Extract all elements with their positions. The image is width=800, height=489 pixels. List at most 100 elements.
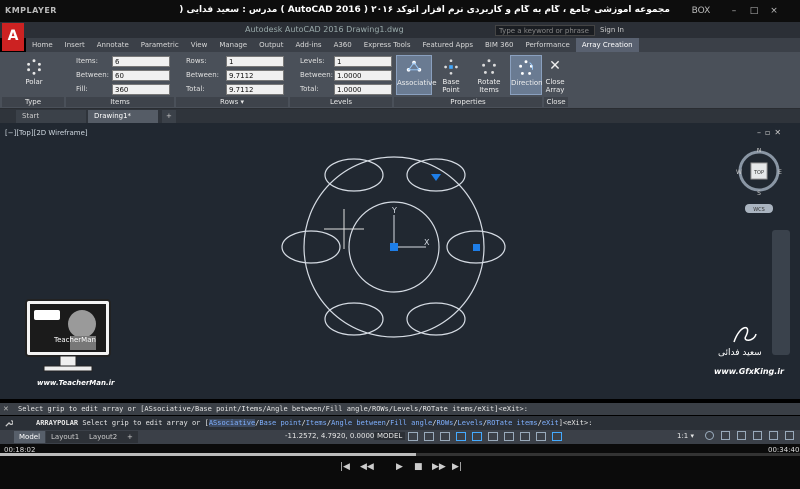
command-input[interactable]: ARRAYPOLAR Select grip to edit array or … [0, 416, 800, 430]
tab-layout2[interactable]: Layout2 [84, 431, 123, 443]
ribbon-tab-bim-360[interactable]: BIM 360 [479, 38, 520, 52]
gear-icon[interactable] [705, 431, 714, 440]
option-rotate-items[interactable]: ROTate items [487, 419, 538, 427]
rows-total-field[interactable]: 9.7112 [226, 84, 284, 95]
minimize-button[interactable]: – [728, 5, 740, 17]
option-angle-between[interactable]: Angle between [331, 419, 386, 427]
rows-count-field[interactable]: 1 [226, 56, 284, 67]
next-button[interactable]: ▶| [452, 462, 462, 472]
ribbon-tab-view[interactable]: View [185, 38, 214, 52]
option-levels[interactable]: Levels [458, 419, 483, 427]
annotation-icon[interactable] [552, 432, 562, 441]
otrack-icon[interactable] [488, 432, 498, 441]
ribbon-tab-array-creation[interactable]: Array Creation [575, 38, 639, 52]
forward-button[interactable]: ▶▶ [432, 462, 446, 472]
option-rows[interactable]: ROWs [436, 419, 453, 427]
radius-grip[interactable] [473, 244, 480, 251]
snap-icon[interactable] [424, 432, 434, 441]
navigation-bar[interactable] [772, 230, 790, 355]
array-item-ellipse[interactable] [324, 302, 384, 336]
close-array-button[interactable]: ✕ Close Array [544, 55, 566, 95]
polar-tracking-icon[interactable] [456, 432, 466, 441]
status-right-icons[interactable] [705, 431, 795, 443]
panel-title-rows[interactable]: Rows ▾ [176, 97, 288, 107]
ribbon-tab-add-ins[interactable]: Add-ins [289, 38, 327, 52]
base-point-button[interactable]: Base Point [434, 55, 468, 95]
angle-grip[interactable] [431, 174, 441, 181]
levels-count-field[interactable]: 1 [334, 56, 392, 67]
viewcube-east[interactable]: E [778, 169, 782, 176]
status-toggles[interactable] [408, 432, 670, 442]
isolate-icon[interactable] [753, 431, 762, 440]
associative-button[interactable]: Associative [396, 55, 437, 95]
fullscreen-icon[interactable] [769, 431, 778, 440]
close-button[interactable]: × [768, 5, 780, 17]
new-tab-button[interactable]: + [162, 110, 176, 123]
viewcube-south[interactable]: S [757, 190, 761, 197]
wrench-icon[interactable] [4, 419, 13, 428]
previous-button[interactable]: |◀ [340, 462, 350, 472]
option-associative[interactable]: ASsociative [208, 419, 256, 427]
play-button[interactable]: ▶ [396, 462, 403, 472]
viewcube-north[interactable]: N [757, 148, 762, 154]
command-name: ARRAYPOLAR [36, 419, 79, 427]
ribbon-tab-manage[interactable]: Manage [213, 38, 253, 52]
transparency-icon[interactable] [520, 432, 530, 441]
maximize-button[interactable]: □ [748, 5, 760, 17]
levels-between-field[interactable]: 1.0000 [334, 70, 392, 81]
fill-angle-field[interactable]: 360 [112, 84, 170, 95]
items-between-field[interactable]: 60 [112, 70, 170, 81]
application-menu-button[interactable]: A [2, 23, 24, 51]
array-item-ellipse[interactable] [324, 158, 384, 192]
rotate-items-button[interactable]: Rotate Items [470, 55, 508, 95]
polar-type-button[interactable]: Polar [14, 55, 54, 95]
direction-button[interactable]: Direction [510, 55, 543, 95]
option-fill-angle[interactable]: Fill angle [390, 419, 432, 427]
command-close-icon[interactable]: ✕ [3, 405, 9, 413]
ribbon-tab-featured-apps[interactable]: Featured Apps [417, 38, 479, 52]
ribbon-tab-parametric[interactable]: Parametric [135, 38, 185, 52]
selection-cycling-icon[interactable] [536, 432, 546, 441]
search-input[interactable]: Type a keyword or phrase [495, 25, 595, 36]
base-point-icon [444, 59, 458, 75]
customization-icon[interactable] [785, 431, 794, 440]
tab-model[interactable]: Model [14, 431, 46, 443]
workspace-icon[interactable] [737, 431, 746, 440]
rows-between-field[interactable]: 9.7112 [226, 70, 284, 81]
viewcube-top-face[interactable]: TOP [753, 170, 764, 176]
ribbon-tab-a360[interactable]: A360 [328, 38, 358, 52]
ribbon-tab-output[interactable]: Output [253, 38, 289, 52]
stop-button[interactable]: ■ [414, 462, 423, 472]
option-exit[interactable]: eXit [542, 419, 559, 427]
array-item-ellipse[interactable] [406, 302, 466, 336]
option-base-point[interactable]: Base point [259, 419, 301, 427]
option-items[interactable]: Items [306, 419, 327, 427]
array-item-ellipse[interactable] [281, 230, 341, 264]
ribbon-tab-express-tools[interactable]: Express Tools [358, 38, 417, 52]
levels-total-field[interactable]: 1.0000 [334, 84, 392, 95]
drawing-canvas[interactable]: Y X [0, 123, 800, 399]
viewcube[interactable]: TOP N S E W WCS [736, 148, 782, 220]
tab-start[interactable]: Start [16, 110, 86, 123]
plus-icon[interactable] [721, 431, 730, 440]
box-button[interactable]: BOX [690, 5, 712, 17]
model-space-button[interactable]: MODEL [374, 432, 406, 440]
ribbon-tab-insert[interactable]: Insert [59, 38, 91, 52]
ortho-icon[interactable] [440, 432, 450, 441]
wcs-menu[interactable]: WCS [753, 207, 765, 213]
lineweight-icon[interactable] [504, 432, 514, 441]
ribbon-tab-annotate[interactable]: Annotate [91, 38, 135, 52]
base-grip[interactable] [390, 243, 398, 251]
osnap-icon[interactable] [472, 432, 482, 441]
tab-layout1[interactable]: Layout1 [46, 431, 85, 443]
items-count-field[interactable]: 6 [112, 56, 170, 67]
add-layout-button[interactable]: + [122, 431, 138, 443]
sign-in-button[interactable]: Sign In [600, 26, 624, 34]
grid-icon[interactable] [408, 432, 418, 441]
ribbon-tab-home[interactable]: Home [26, 38, 59, 52]
tab-drawing1[interactable]: Drawing1* [88, 110, 158, 123]
viewcube-west[interactable]: W [736, 169, 742, 176]
ribbon-tab-performance[interactable]: Performance [519, 38, 575, 52]
annotation-scale[interactable]: 1:1 ▾ [677, 432, 694, 440]
rewind-button[interactable]: ◀◀ [360, 462, 374, 472]
